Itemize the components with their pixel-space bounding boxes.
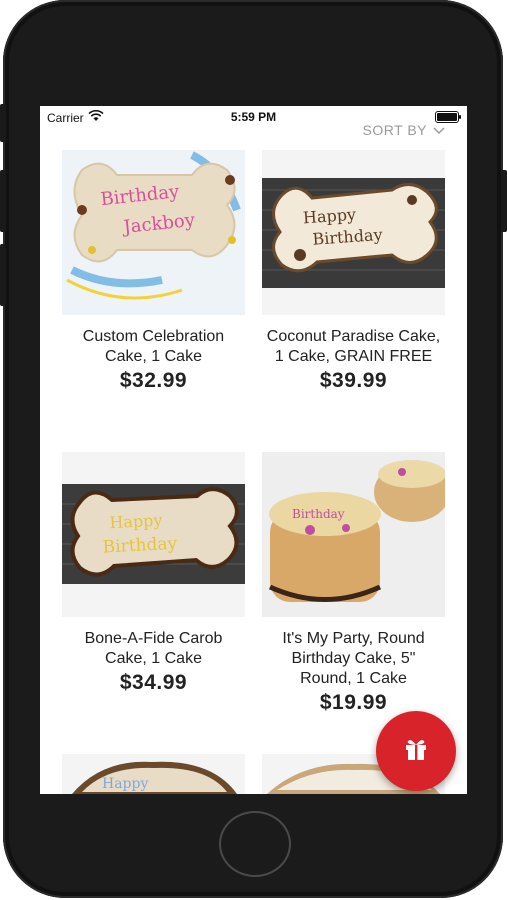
volume-down-button	[0, 244, 6, 306]
round-cake-image: Birthday	[262, 452, 445, 617]
svg-text:Happy: Happy	[302, 205, 356, 228]
product-price: $39.99	[319, 369, 388, 392]
product-image[interactable]: Happy Birthday	[62, 452, 245, 617]
cake-image: Happy	[62, 754, 245, 794]
power-button	[501, 170, 507, 232]
volume-up-button	[0, 170, 6, 232]
device-frame: Carrier 5:59 PM SORT BY Birthday Jackboy…	[0, 0, 507, 900]
svg-text:Birthday: Birthday	[102, 534, 178, 558]
gift-fab-button[interactable]	[376, 711, 456, 791]
product-name[interactable]: Custom Celebration Cake, 1 Cake	[62, 327, 245, 367]
product-image[interactable]: Birthday	[262, 452, 445, 617]
product-image[interactable]: Happy	[62, 754, 245, 794]
sort-by-label: SORT BY	[362, 122, 427, 138]
product-name[interactable]: Bone-A-Fide Carob Cake, 1 Cake	[62, 629, 245, 669]
bone-cake-image: Happy Birthday	[262, 150, 445, 315]
gift-icon	[403, 736, 429, 767]
product-card[interactable]: Happy	[62, 754, 245, 794]
product-price: $32.99	[119, 369, 188, 392]
svg-text:Birthday: Birthday	[292, 507, 345, 521]
product-card[interactable]: Birthday Jackboy Custom Celebration Cake…	[62, 150, 245, 393]
svg-text:Happy: Happy	[102, 776, 148, 792]
product-card[interactable]: Birthday It's My Party, Round Birthday C…	[262, 452, 445, 715]
product-image[interactable]: Birthday Jackboy	[62, 150, 245, 315]
product-image[interactable]: Happy Birthday	[262, 150, 445, 315]
chevron-down-icon	[433, 122, 445, 138]
bone-cake-image: Birthday Jackboy	[62, 150, 245, 315]
product-name[interactable]: It's My Party, Round Birthday Cake, 5" R…	[262, 629, 445, 689]
product-price: $34.99	[119, 671, 188, 694]
bone-cake-image: Happy Birthday	[62, 452, 245, 617]
product-card[interactable]: Happy Birthday Coconut Paradise Cake, 1 …	[262, 150, 445, 393]
product-card[interactable]: Happy Birthday Bone-A-Fide Carob Cake, 1…	[62, 452, 245, 695]
home-button[interactable]	[219, 811, 291, 877]
app-screen: Carrier 5:59 PM SORT BY Birthday Jackboy…	[40, 106, 467, 794]
mute-switch	[0, 104, 6, 142]
product-name[interactable]: Coconut Paradise Cake, 1 Cake, GRAIN FRE…	[262, 327, 445, 367]
sort-by-button[interactable]: SORT BY	[363, 122, 445, 138]
svg-text:Happy: Happy	[109, 510, 163, 532]
